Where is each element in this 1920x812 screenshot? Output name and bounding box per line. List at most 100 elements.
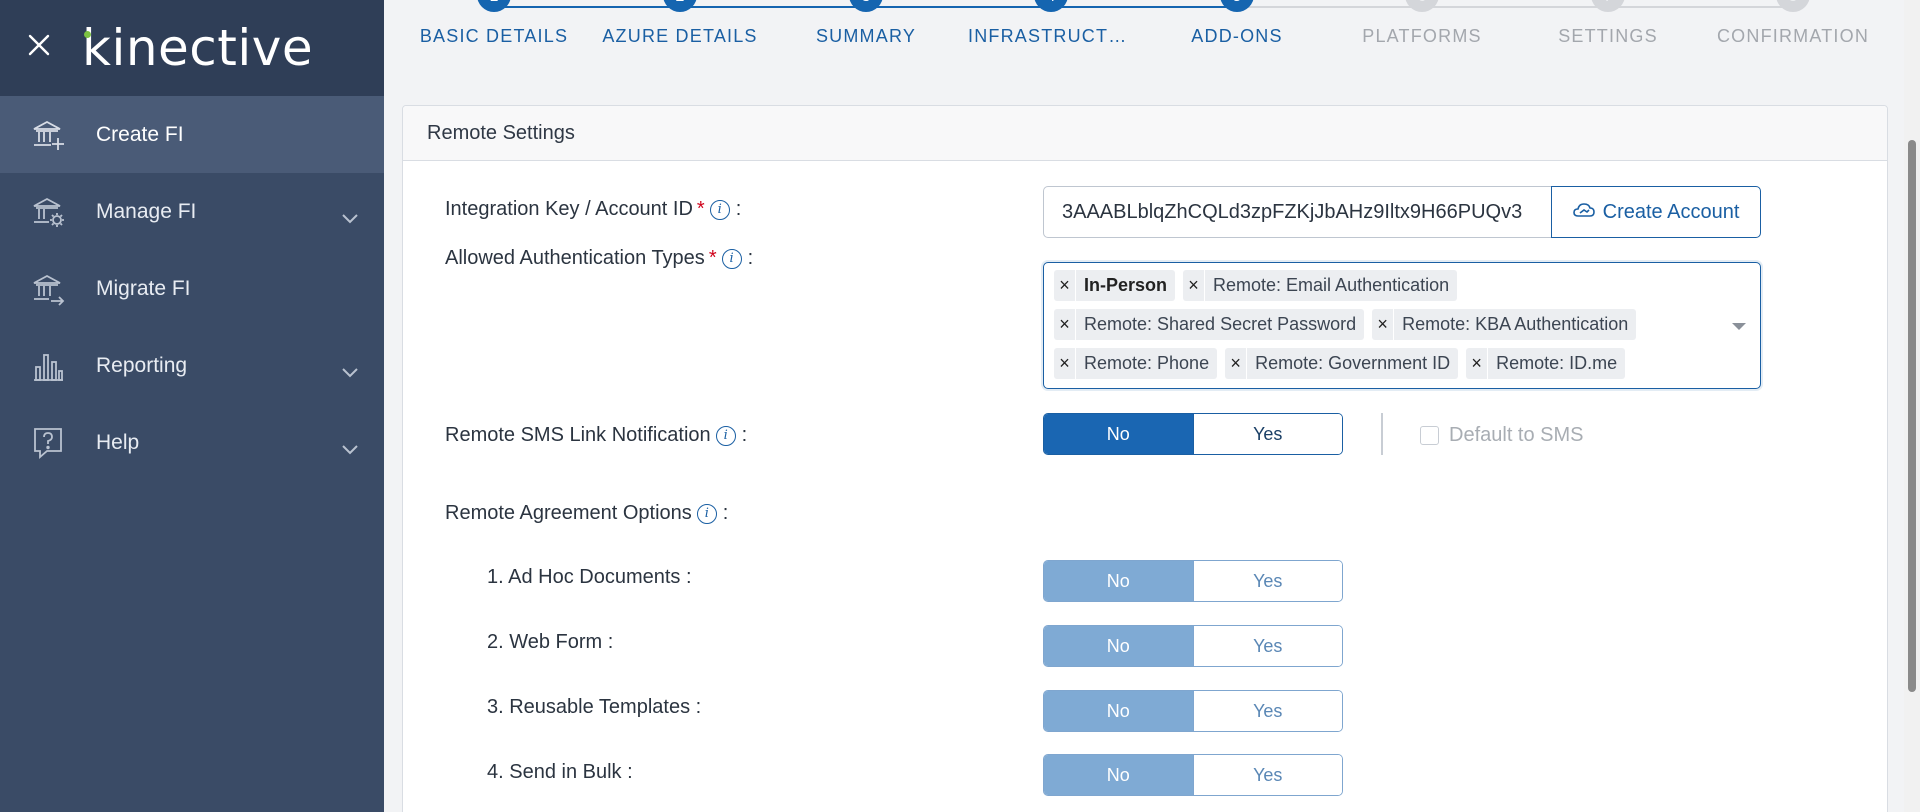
sidebar-item-create-fi[interactable]: Create FI bbox=[0, 96, 384, 173]
card-title: Remote Settings bbox=[403, 106, 1887, 161]
toggle-yes-button[interactable]: Yes bbox=[1192, 691, 1342, 731]
create-account-label: Create Account bbox=[1602, 200, 1740, 223]
label-text: Remote Agreement Options bbox=[445, 502, 692, 524]
close-icon[interactable] bbox=[28, 34, 56, 62]
send-in-bulk-toggle: No Yes bbox=[1043, 754, 1343, 796]
wizard-stepper: 1 BASIC DETAILS 2 AZURE DETAILS 3 SUMMAR… bbox=[384, 0, 1894, 96]
step-number: 5 bbox=[1220, 0, 1254, 12]
remove-tag-button[interactable]: × bbox=[1054, 309, 1076, 340]
integration-key-input[interactable]: 3AAABLblqZhCQLd3zpFZKjJbAHz9Iltx9H66PUQv… bbox=[1043, 186, 1552, 238]
sidebar-item-reporting[interactable]: Reporting bbox=[0, 327, 384, 404]
sidebar: kinective Create FI Manage FI Migrate FI bbox=[0, 0, 384, 812]
step-label: PLATFORMS bbox=[1362, 26, 1482, 46]
toggle-yes-button[interactable]: Yes bbox=[1192, 414, 1342, 454]
tag-label: Remote: Phone bbox=[1084, 353, 1210, 373]
step-number: 4 bbox=[1034, 0, 1068, 12]
sidebar-item-migrate-fi[interactable]: Migrate FI bbox=[0, 250, 384, 327]
step-label: AZURE DETAILS bbox=[602, 26, 758, 46]
step-settings: 7 SETTINGS bbox=[1513, 0, 1703, 47]
tag-label: In-Person bbox=[1084, 275, 1168, 295]
label-text: Allowed Authentication Types bbox=[445, 247, 705, 269]
step-basic-details[interactable]: 1 BASIC DETAILS bbox=[399, 0, 589, 47]
auth-type-tag: × Remote: Shared Secret Password bbox=[1054, 309, 1365, 340]
bar-chart-icon bbox=[30, 348, 66, 384]
step-number: 3 bbox=[849, 0, 883, 12]
step-number: 8 bbox=[1776, 0, 1810, 12]
required-marker: * bbox=[708, 247, 717, 269]
web-form-toggle: No Yes bbox=[1043, 625, 1343, 667]
remove-tag-button[interactable]: × bbox=[1466, 348, 1489, 379]
default-to-sms-checkbox[interactable]: Default to SMS bbox=[1420, 424, 1584, 447]
checkbox-label: Default to SMS bbox=[1449, 424, 1584, 446]
step-label: SETTINGS bbox=[1558, 26, 1658, 46]
toggle-yes-button[interactable]: Yes bbox=[1192, 626, 1342, 666]
sidebar-item-label: Help bbox=[96, 430, 140, 454]
auth-type-tag: × Remote: KBA Authentication bbox=[1372, 309, 1637, 340]
kinective-logo[interactable]: kinective bbox=[82, 23, 313, 73]
dropdown-caret-icon[interactable] bbox=[1732, 323, 1746, 330]
info-icon[interactable]: i bbox=[715, 425, 736, 446]
agreement-options-label: Remote Agreement Options i : bbox=[445, 502, 728, 525]
ad-hoc-documents-toggle: No Yes bbox=[1043, 560, 1343, 602]
sidebar-item-manage-fi[interactable]: Manage FI bbox=[0, 173, 384, 250]
step-azure-details[interactable]: 2 AZURE DETAILS bbox=[585, 0, 775, 47]
sidebar-item-help[interactable]: Help bbox=[0, 404, 384, 481]
sidebar-item-label: Migrate FI bbox=[96, 276, 191, 300]
step-infrastructure[interactable]: 4 INFRASTRUCTURE bbox=[956, 0, 1146, 47]
info-icon[interactable]: i bbox=[721, 248, 742, 269]
remove-tag-button[interactable]: × bbox=[1225, 348, 1248, 379]
vertical-divider bbox=[1381, 413, 1383, 455]
step-label: CONFIRMATION bbox=[1716, 26, 1870, 46]
step-number: 1 bbox=[477, 0, 511, 12]
remove-tag-button[interactable]: × bbox=[1054, 348, 1076, 379]
help-bubble-icon bbox=[30, 425, 66, 461]
toggle-no-button[interactable]: No bbox=[1044, 755, 1193, 795]
tag-label: Remote: ID.me bbox=[1496, 353, 1618, 373]
step-label: SUMMARY bbox=[815, 26, 917, 46]
toggle-no-button[interactable]: No bbox=[1044, 626, 1193, 666]
chevron-down-icon bbox=[342, 437, 358, 461]
chevron-down-icon bbox=[342, 206, 358, 230]
remove-tag-button[interactable]: × bbox=[1183, 270, 1206, 301]
label-colon: : bbox=[741, 424, 748, 446]
toggle-no-button[interactable]: No bbox=[1044, 561, 1193, 601]
step-number: 6 bbox=[1405, 0, 1439, 12]
sidebar-item-label: Create FI bbox=[96, 122, 184, 146]
auth-types-multiselect[interactable]: × In-Person × Remote: Email Authentication… bbox=[1043, 262, 1761, 389]
toggle-no-button[interactable]: No bbox=[1044, 414, 1193, 454]
bank-arrow-icon bbox=[30, 271, 66, 307]
info-icon[interactable]: i bbox=[709, 199, 730, 220]
step-label: INFRASTRUCTURE bbox=[968, 26, 1134, 46]
remote-settings-card: Remote Settings Integration Key / Accoun… bbox=[402, 105, 1888, 812]
bank-gear-icon bbox=[30, 194, 66, 230]
page-scrollbar[interactable] bbox=[1904, 0, 1920, 812]
cloud-signature-icon bbox=[1572, 201, 1603, 224]
integration-key-value: 3AAABLblqZhCQLd3zpFZKjJbAHz9Iltx9H66PUQv… bbox=[1062, 200, 1523, 223]
integration-key-label: Integration Key / Account ID * i : bbox=[445, 198, 741, 221]
auth-type-tag: × In-Person bbox=[1054, 270, 1176, 301]
toggle-no-button[interactable]: No bbox=[1044, 691, 1193, 731]
label-colon: : bbox=[747, 247, 754, 269]
logo-dot bbox=[84, 31, 91, 38]
scrollbar-thumb[interactable] bbox=[1908, 140, 1916, 692]
toggle-yes-button[interactable]: Yes bbox=[1192, 561, 1342, 601]
remove-tag-button[interactable]: × bbox=[1372, 309, 1395, 340]
create-account-button[interactable]: Create Account bbox=[1551, 186, 1761, 238]
sidebar-item-label: Reporting bbox=[96, 353, 188, 377]
info-icon[interactable]: i bbox=[696, 503, 717, 524]
label-colon: : bbox=[735, 198, 742, 220]
step-add-ons[interactable]: 5 ADD-ONS bbox=[1142, 0, 1332, 47]
step-label: BASIC DETAILS bbox=[419, 26, 569, 46]
agreement-option-label: 3. Reusable Templates : bbox=[487, 696, 702, 718]
remove-tag-button[interactable]: × bbox=[1054, 270, 1076, 301]
sms-link-toggle: No Yes bbox=[1043, 413, 1343, 455]
logo-text: kinective bbox=[82, 19, 314, 77]
toggle-yes-button[interactable]: Yes bbox=[1192, 755, 1342, 795]
auth-types-label: Allowed Authentication Types * i : bbox=[445, 247, 753, 270]
step-summary[interactable]: 3 SUMMARY bbox=[771, 0, 961, 47]
tag-label: Remote: KBA Authentication bbox=[1402, 314, 1629, 334]
required-marker: * bbox=[696, 198, 705, 220]
sidebar-header: kinective bbox=[0, 0, 384, 96]
checkbox-box[interactable] bbox=[1420, 426, 1439, 445]
step-platforms: 6 PLATFORMS bbox=[1327, 0, 1517, 47]
